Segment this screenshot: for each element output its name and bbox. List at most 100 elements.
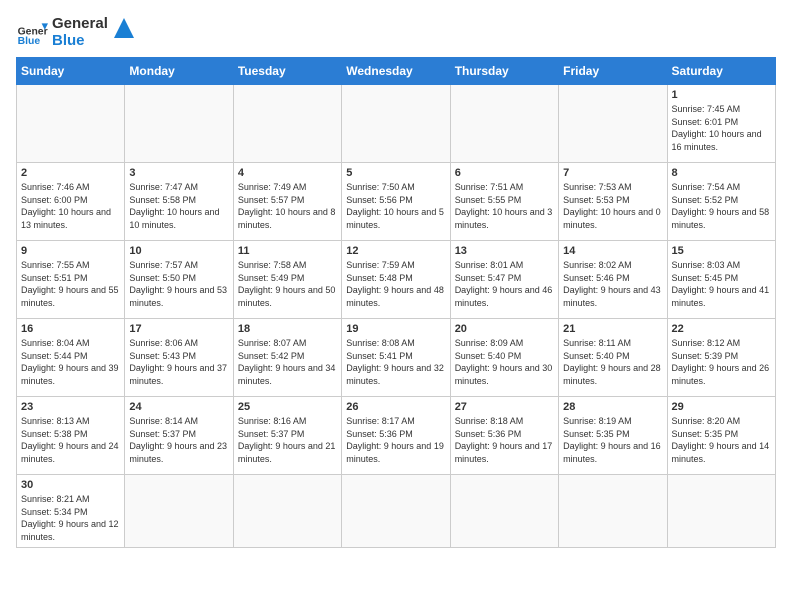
calendar-cell: 24Sunrise: 8:14 AM Sunset: 5:37 PM Dayli… (125, 397, 233, 475)
day-header-wednesday: Wednesday (342, 58, 450, 85)
cell-content: Sunrise: 7:51 AM Sunset: 5:55 PM Dayligh… (455, 181, 554, 231)
cell-content: Sunrise: 8:08 AM Sunset: 5:41 PM Dayligh… (346, 337, 445, 387)
day-number: 14 (563, 245, 662, 257)
calendar-cell (667, 475, 775, 548)
calendar-cell (559, 475, 667, 548)
day-number: 28 (563, 401, 662, 413)
cell-content: Sunrise: 8:01 AM Sunset: 5:47 PM Dayligh… (455, 259, 554, 309)
calendar-cell: 20 Sunrise: 8:09 AM Sunset: 5:40 PM Dayli… (450, 319, 558, 397)
day-number: 26 (346, 401, 445, 413)
calendar-cell: 7 Sunrise: 7:53 AM Sunset: 5:53 PM Daylig… (559, 163, 667, 241)
cell-content: Sunrise: 8:02 AM Sunset: 5:46 PM Dayligh… (563, 259, 662, 309)
calendar-header-row: SundayMondayTuesdayWednesdayThursdayFrid… (17, 58, 776, 85)
day-number: 11 (238, 245, 337, 257)
cell-content: Sunrise: 8:07 AM Sunset: 5:42 PM Dayligh… (238, 337, 337, 387)
calendar-cell (342, 475, 450, 548)
cell-content: Sunrise: 8:12 AM Sunset: 5:39 PM Dayligh… (672, 337, 771, 387)
day-number: 6 (455, 167, 554, 179)
day-number: 20 (455, 323, 554, 335)
calendar-cell: 26 Sunrise: 8:17 AM Sunset: 5:36 PM Dayli… (342, 397, 450, 475)
calendar-cell: 1 Sunrise: 7:45 AM Sunset: 6:01 PM Daylig… (667, 85, 775, 163)
day-number: 27 (455, 401, 554, 413)
calendar-cell (233, 475, 341, 548)
calendar-cell: 9Sunrise: 7:55 AM Sunset: 5:51 PM Daylig… (17, 241, 125, 319)
calendar-cell (342, 85, 450, 163)
day-number: 17 (129, 323, 228, 335)
calendar-cell (450, 475, 558, 548)
cell-content: Sunrise: 7:55 AM Sunset: 5:51 PM Dayligh… (21, 259, 120, 309)
cell-content: Sunrise: 8:16 AM Sunset: 5:37 PM Dayligh… (238, 415, 337, 465)
cell-content: Sunrise: 7:57 AM Sunset: 5:50 PM Dayligh… (129, 259, 228, 309)
calendar-cell: 17Sunrise: 8:06 AM Sunset: 5:43 PM Dayli… (125, 319, 233, 397)
calendar-cell: 13Sunrise: 8:01 AM Sunset: 5:47 PM Dayli… (450, 241, 558, 319)
calendar-cell: 12Sunrise: 7:59 AM Sunset: 5:48 PM Dayli… (342, 241, 450, 319)
day-header-friday: Friday (559, 58, 667, 85)
day-number: 16 (21, 323, 120, 335)
logo: General Blue General Blue (16, 16, 134, 49)
calendar-cell (233, 85, 341, 163)
calendar-cell (125, 475, 233, 548)
cell-content: Sunrise: 7:46 AM Sunset: 6:00 PM Dayligh… (21, 181, 120, 231)
calendar-cell: 4Sunrise: 7:49 AM Sunset: 5:57 PM Daylig… (233, 163, 341, 241)
day-number: 29 (672, 401, 771, 413)
calendar-cell: 28 Sunrise: 8:19 AM Sunset: 5:35 PM Dayli… (559, 397, 667, 475)
cell-content: Sunrise: 8:13 AM Sunset: 5:38 PM Dayligh… (21, 415, 120, 465)
day-number: 30 (21, 479, 120, 491)
cell-content: Sunrise: 7:53 AM Sunset: 5:53 PM Dayligh… (563, 181, 662, 231)
day-number: 19 (346, 323, 445, 335)
calendar-cell: 3 Sunrise: 7:47 AM Sunset: 5:58 PM Daylig… (125, 163, 233, 241)
calendar-week-row: 16Sunrise: 8:04 AM Sunset: 5:44 PM Dayli… (17, 319, 776, 397)
calendar-cell (125, 85, 233, 163)
calendar-week-row: 1 Sunrise: 7:45 AM Sunset: 6:01 PM Daylig… (17, 85, 776, 163)
logo-blue-text: Blue (52, 33, 108, 50)
day-number: 3 (129, 167, 228, 179)
cell-content: Sunrise: 8:21 AM Sunset: 5:34 PM Dayligh… (21, 493, 120, 543)
calendar-cell: 27 Sunrise: 8:18 AM Sunset: 5:36 PM Dayli… (450, 397, 558, 475)
logo-icon: General Blue (16, 17, 48, 49)
calendar-cell (450, 85, 558, 163)
calendar-cell (17, 85, 125, 163)
cell-content: Sunrise: 8:18 AM Sunset: 5:36 PM Dayligh… (455, 415, 554, 465)
cell-content: Sunrise: 7:45 AM Sunset: 6:01 PM Dayligh… (672, 103, 771, 153)
calendar-week-row: 23 Sunrise: 8:13 AM Sunset: 5:38 PM Dayli… (17, 397, 776, 475)
cell-content: Sunrise: 7:47 AM Sunset: 5:58 PM Dayligh… (129, 181, 228, 231)
day-number: 1 (672, 89, 771, 101)
day-header-saturday: Saturday (667, 58, 775, 85)
calendar-cell: 15Sunrise: 8:03 AM Sunset: 5:45 PM Dayli… (667, 241, 775, 319)
day-number: 15 (672, 245, 771, 257)
calendar-cell: 11Sunrise: 7:58 AM Sunset: 5:49 PM Dayli… (233, 241, 341, 319)
calendar-cell: 8 Sunrise: 7:54 AM Sunset: 5:52 PM Daylig… (667, 163, 775, 241)
calendar-cell (559, 85, 667, 163)
day-number: 18 (238, 323, 337, 335)
day-number: 8 (672, 167, 771, 179)
cell-content: Sunrise: 8:19 AM Sunset: 5:35 PM Dayligh… (563, 415, 662, 465)
day-header-tuesday: Tuesday (233, 58, 341, 85)
header: General Blue General Blue (16, 16, 776, 49)
logo-triangle-icon (114, 18, 134, 38)
day-number: 12 (346, 245, 445, 257)
cell-content: Sunrise: 8:17 AM Sunset: 5:36 PM Dayligh… (346, 415, 445, 465)
calendar-cell: 5Sunrise: 7:50 AM Sunset: 5:56 PM Daylig… (342, 163, 450, 241)
day-header-sunday: Sunday (17, 58, 125, 85)
day-number: 23 (21, 401, 120, 413)
calendar-cell: 2 Sunrise: 7:46 AM Sunset: 6:00 PM Daylig… (17, 163, 125, 241)
calendar-cell: 19 Sunrise: 8:08 AM Sunset: 5:41 PM Dayli… (342, 319, 450, 397)
calendar-cell: 21Sunrise: 8:11 AM Sunset: 5:40 PM Dayli… (559, 319, 667, 397)
cell-content: Sunrise: 7:50 AM Sunset: 5:56 PM Dayligh… (346, 181, 445, 231)
calendar-cell: 6 Sunrise: 7:51 AM Sunset: 5:55 PM Daylig… (450, 163, 558, 241)
day-number: 7 (563, 167, 662, 179)
cell-content: Sunrise: 8:20 AM Sunset: 5:35 PM Dayligh… (672, 415, 771, 465)
calendar-cell: 30 Sunrise: 8:21 AM Sunset: 5:34 PM Dayli… (17, 475, 125, 548)
calendar-cell: 22Sunrise: 8:12 AM Sunset: 5:39 PM Dayli… (667, 319, 775, 397)
cell-content: Sunrise: 8:09 AM Sunset: 5:40 PM Dayligh… (455, 337, 554, 387)
cell-content: Sunrise: 7:54 AM Sunset: 5:52 PM Dayligh… (672, 181, 771, 231)
logo-general-text: General (52, 16, 108, 33)
day-header-monday: Monday (125, 58, 233, 85)
day-number: 2 (21, 167, 120, 179)
calendar-cell: 23 Sunrise: 8:13 AM Sunset: 5:38 PM Dayli… (17, 397, 125, 475)
svg-text:Blue: Blue (18, 36, 41, 47)
day-number: 4 (238, 167, 337, 179)
calendar-cell: 16Sunrise: 8:04 AM Sunset: 5:44 PM Dayli… (17, 319, 125, 397)
day-header-thursday: Thursday (450, 58, 558, 85)
calendar-cell: 18 Sunrise: 8:07 AM Sunset: 5:42 PM Dayli… (233, 319, 341, 397)
